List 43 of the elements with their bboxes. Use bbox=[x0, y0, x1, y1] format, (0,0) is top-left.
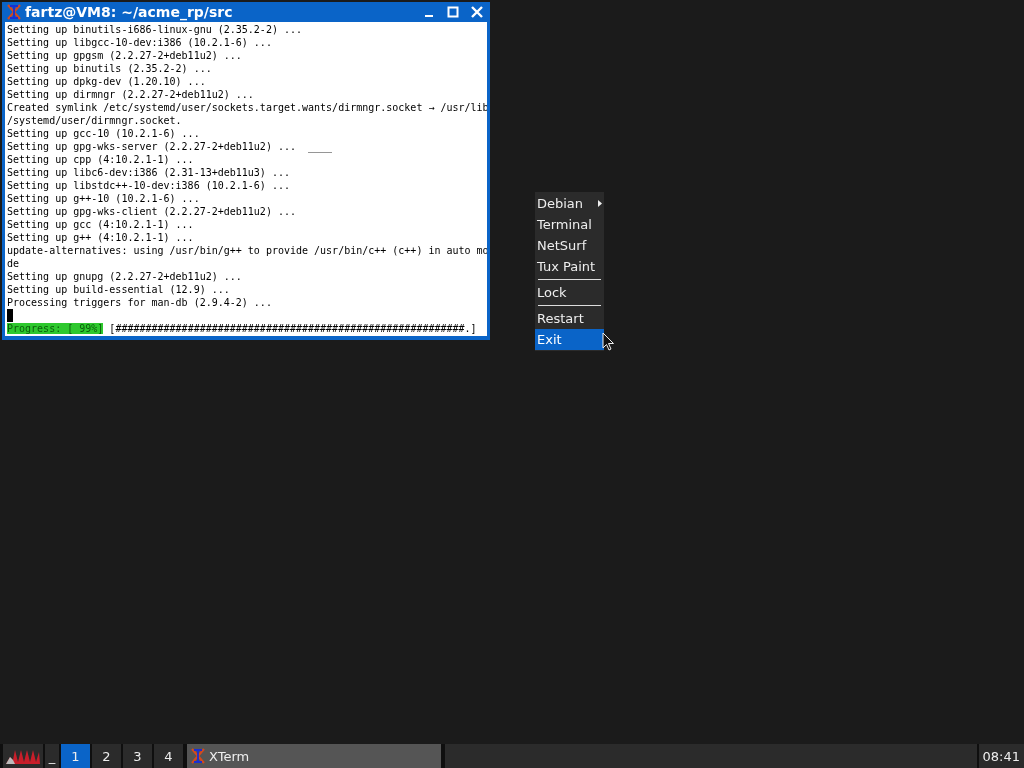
terminal-line: Setting up libgcc-10-dev:i386 (10.2.1-6) ... bbox=[7, 37, 272, 48]
terminal-line: update-alternatives: using /usr/bin/g++ to provide /usr/bin/c++ (c++) in auto mo bbox=[7, 245, 487, 256]
terminal-line: Setting up gpg-wks-server (2.2.27-2+deb11u2) ... ____ bbox=[7, 141, 333, 152]
menu-item[interactable]: Lock bbox=[535, 282, 604, 303]
menu-item[interactable]: Exit bbox=[535, 329, 604, 350]
terminal-line: Setting up g++-10 (10.2.1-6) ... bbox=[7, 193, 200, 204]
window-title: fartz@VM8: ~/acme_rp/src bbox=[25, 4, 234, 20]
progress-label: Progress: [ 99%] bbox=[7, 323, 104, 334]
terminal-line: Setting up libc6-dev:i386 (2.31-13+deb11u3) ... bbox=[7, 167, 290, 178]
clock: 08:41 bbox=[978, 744, 1024, 768]
taskbar-window-button[interactable]: XTerm bbox=[187, 744, 441, 768]
terminal-line: Setting up dirmngr (2.2.27-2+deb11u2) ... bbox=[7, 89, 254, 100]
menu-item[interactable]: NetSurf bbox=[535, 235, 604, 256]
desktop-button[interactable]: 1 bbox=[61, 744, 90, 768]
menu-item[interactable]: Terminal bbox=[535, 214, 604, 235]
terminal-line: /systemd/user/dirmngr.socket. bbox=[7, 115, 182, 126]
menu-item[interactable]: Tux Paint bbox=[535, 256, 604, 277]
menu-item[interactable]: Restart bbox=[535, 308, 604, 329]
close-icon[interactable] bbox=[471, 6, 483, 18]
progress-bar-text: [##########################################################.] bbox=[109, 323, 477, 334]
terminal-line: de bbox=[7, 258, 20, 269]
terminal-line: Setting up cpp (4:10.2.1-1) ... bbox=[7, 154, 194, 165]
terminal-line: Setting up g++ (4:10.2.1-1) ... bbox=[7, 232, 194, 243]
terminal-line: Setting up gpgsm (2.2.27-2+deb11u2) ... bbox=[7, 50, 242, 61]
desktop-button[interactable]: 4 bbox=[154, 744, 183, 768]
xterm-icon bbox=[191, 748, 205, 764]
desktop-button[interactable]: 3 bbox=[123, 744, 152, 768]
terminal-line: Setting up gcc (4:10.2.1-1) ... bbox=[7, 219, 194, 230]
terminal-line: Setting up binutils-i686-linux-gnu (2.35.2-2) ... bbox=[7, 24, 302, 35]
terminal-line: Setting up libstdc++-10-dev:i386 (10.2.1-6) ... bbox=[7, 180, 290, 191]
terminal-line: Setting up gcc-10 (10.2.1-6) ... bbox=[7, 128, 200, 139]
mouse-pointer-icon bbox=[602, 332, 615, 352]
terminal-line: Processing triggers for man-db (2.9.4-2) ... bbox=[7, 297, 272, 308]
terminal-line: Setting up gnupg (2.2.27-2+deb11u2) ... bbox=[7, 271, 242, 282]
maximize-icon[interactable] bbox=[447, 6, 459, 18]
terminal-line: Setting up binutils (2.35.2-2) ... bbox=[7, 63, 212, 74]
xterm-icon bbox=[7, 4, 21, 20]
terminal-line: Setting up build-essential (12.9) ... bbox=[7, 284, 230, 295]
terminal-line: Setting up dpkg-dev (1.20.10) ... bbox=[7, 76, 206, 87]
terminal-line: Setting up gpg-wks-client (2.2.27-2+deb11u2) ... bbox=[7, 206, 296, 217]
minimize-all-button[interactable]: _ bbox=[45, 744, 59, 768]
menu-item[interactable]: Debian bbox=[535, 193, 604, 214]
desktop-button[interactable]: 2 bbox=[92, 744, 121, 768]
